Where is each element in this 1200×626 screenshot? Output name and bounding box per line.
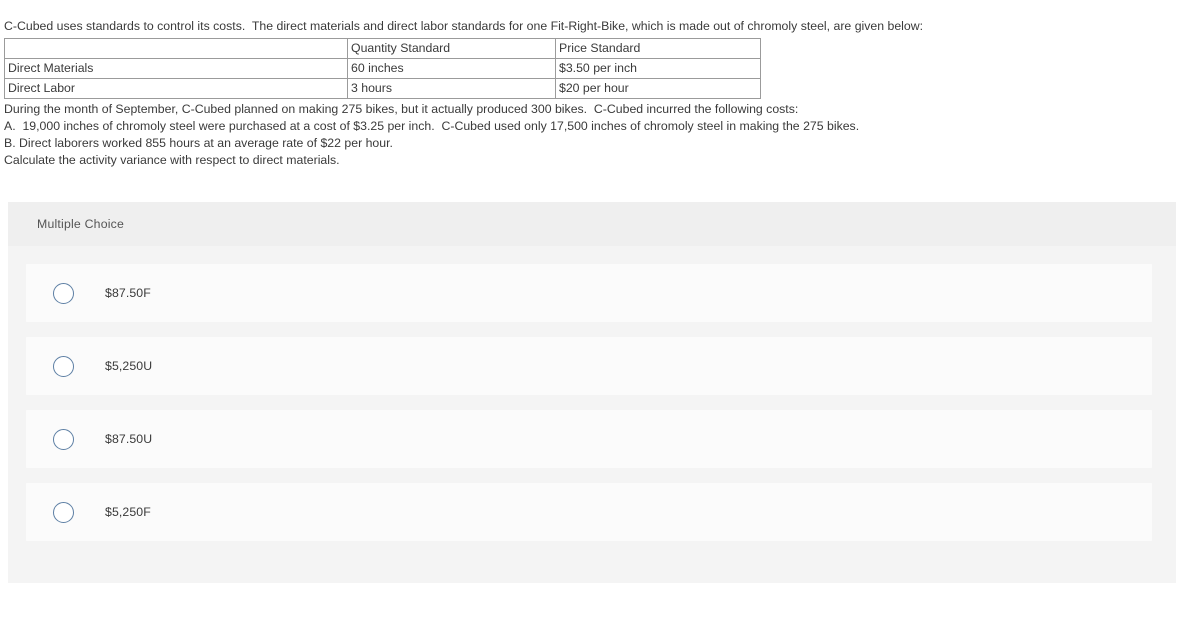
radio-button-icon[interactable] <box>53 501 74 523</box>
standards-table: Quantity Standard Price Standard Direct … <box>4 38 761 99</box>
question-intro-text: C-Cubed uses standards to control its co… <box>4 19 924 33</box>
cell-direct-materials-quantity: 60 inches <box>347 58 556 79</box>
question-type-label: Multiple Choice <box>37 217 125 231</box>
cell-direct-materials-price: $3.50 per inch <box>555 58 761 79</box>
table-header-price-standard: Price Standard <box>555 38 761 59</box>
question-body-line-production: During the month of September, C-Cubed p… <box>4 102 799 116</box>
option-label: $5,250F <box>105 505 151 519</box>
table-header-row: Quantity Standard Price Standard <box>4 38 761 59</box>
question-block: C-Cubed uses standards to control its co… <box>0 0 1200 169</box>
option-label: $5,250U <box>105 359 153 373</box>
row-label-direct-materials: Direct Materials <box>4 58 348 79</box>
radio-button-icon[interactable] <box>53 428 74 450</box>
table-row: Direct Labor 3 hours $20 per hour <box>4 78 761 99</box>
option-label: $87.50F <box>105 286 151 300</box>
radio-button-icon[interactable] <box>53 355 74 377</box>
options-list: $87.50F $5,250U $87.50U $5,250F <box>8 246 1176 541</box>
option-2[interactable]: $5,250U <box>26 337 1152 395</box>
answer-panel-header: Multiple Choice <box>8 202 1176 246</box>
option-3[interactable]: $87.50U <box>26 410 1152 468</box>
cell-direct-labor-quantity: 3 hours <box>347 78 556 99</box>
option-1[interactable]: $87.50F <box>26 264 1152 322</box>
cell-direct-labor-price: $20 per hour <box>555 78 761 99</box>
question-body-line-b: B. Direct laborers worked 855 hours at a… <box>4 136 393 150</box>
question-prompt: Calculate the activity variance with res… <box>4 153 340 167</box>
radio-button-icon[interactable] <box>53 282 74 304</box>
table-header-quantity-standard: Quantity Standard <box>347 38 556 59</box>
row-label-direct-labor: Direct Labor <box>4 78 348 99</box>
option-label: $87.50U <box>105 432 153 446</box>
question-body: During the month of September, C-Cubed p… <box>4 101 1200 169</box>
table-row: Direct Materials 60 inches $3.50 per inc… <box>4 58 761 79</box>
question-body-line-a: A. 19,000 inches of chromoly steel were … <box>4 119 860 133</box>
table-header-blank <box>4 38 348 59</box>
answer-panel: Multiple Choice $87.50F $5,250U $87.50U … <box>8 202 1176 583</box>
option-4[interactable]: $5,250F <box>26 483 1152 541</box>
